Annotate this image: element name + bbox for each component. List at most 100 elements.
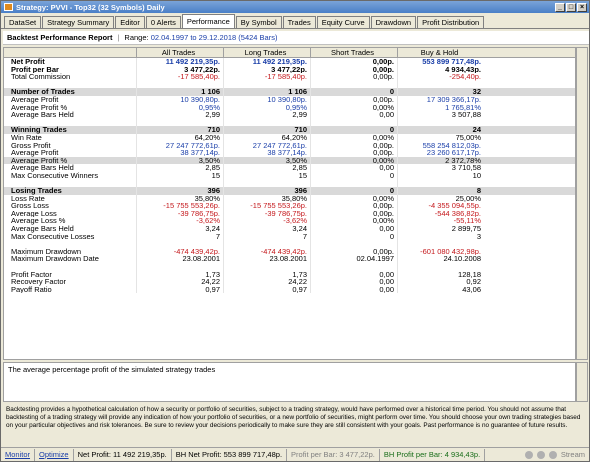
column-header[interactable]: All Trades: [136, 48, 223, 57]
table-row[interactable]: Recovery Factor 24,22 24,22 0,00 0,92: [4, 278, 575, 286]
tab-profit-distribution[interactable]: Profit Distribution: [417, 16, 485, 28]
column-header[interactable]: Short Trades: [310, 48, 397, 57]
tab-editor[interactable]: Editor: [115, 16, 145, 28]
table-row[interactable]: Max Consecutive Losses 7 7 0 3: [4, 232, 575, 241]
metric-label: [4, 180, 136, 188]
metric-value: 558 254 812,03p.: [397, 141, 484, 150]
table-row[interactable]: Profit per Bar 3 477,22p. 3 477,22p. 0,00p.…: [4, 65, 575, 74]
metric-label: Winning Trades: [11, 126, 67, 134]
metric-value: 15: [136, 171, 223, 180]
metric-value: 0,00p.: [310, 149, 397, 157]
table-row[interactable]: Average Bars Held 2,99 2,99 0,00 3 507,88: [4, 111, 575, 119]
metric-value: 710: [136, 126, 223, 134]
table-row[interactable]: Average Loss -39 786,75p. -39 786,75p. 0,00…: [4, 209, 575, 218]
blank-row: [4, 240, 575, 248]
metric-value: 0,00%: [310, 156, 397, 165]
metric-label: Average Bars Held: [11, 225, 74, 233]
separator: |: [117, 33, 120, 42]
metric-value: 35,80%: [136, 194, 223, 203]
table-row[interactable]: Average Bars Held 3,24 3,24 0,00 2 899,75: [4, 225, 575, 233]
table-row[interactable]: Gross Profit 27 247 772,61p. 27 247 772,61…: [4, 141, 575, 150]
metric-value: 0: [310, 88, 397, 96]
metric-label: Maximum Drawdown Date: [11, 255, 99, 264]
report-header: Backtest Performance Report | Range: 02.…: [3, 31, 589, 45]
tab-equity-curve[interactable]: Equity Curve: [316, 16, 370, 28]
metric-value: 3 710,58: [397, 164, 484, 172]
metric-value: 710: [223, 126, 310, 134]
table-header: All Trades Long Trades Short Trades Buy & H…: [4, 48, 575, 58]
metric-value: 3,50%: [223, 156, 310, 165]
tab-0-alerts[interactable]: 0 Alerts: [145, 16, 181, 28]
metric-label: Average Loss: [11, 209, 57, 218]
table-row[interactable]: Losing Trades 396 396 0 8: [4, 187, 575, 195]
metric-value: 0,00p.: [310, 95, 397, 104]
table-row[interactable]: Average Bars Held 2,85 2,85 0,00 3 710,58: [4, 164, 575, 172]
table-row[interactable]: Net Profit 11 492 219,35p. 11 492 219,35p.…: [4, 58, 575, 66]
table-row[interactable]: Maximum Drawdown Date 23.08.2001 23.08.200…: [4, 255, 575, 264]
metric-value: 1,73: [136, 270, 223, 279]
column-header[interactable]: Long Trades: [223, 48, 310, 57]
table-row[interactable]: Average Profit 38 377,14p. 38 377,14p. 0,00…: [4, 149, 575, 157]
table-row[interactable]: Average Profit 10 390,80p. 10 390,80p. 0,00…: [4, 95, 575, 104]
metric-value: -601 080 432,98p.: [397, 247, 484, 256]
metric-value: [397, 80, 484, 89]
table-row[interactable]: Number of Trades 1 106 1 106 0 32: [4, 88, 575, 96]
metric-value: 3 477,22p.: [223, 65, 310, 74]
column-header[interactable]: [4, 48, 136, 57]
tab-trades[interactable]: Trades: [282, 16, 316, 28]
metric-value: 0,00: [310, 270, 397, 279]
metric-label: Average Profit: [11, 149, 59, 157]
metric-value: [223, 263, 310, 271]
tab-strategy-summary[interactable]: Strategy Summary: [42, 16, 115, 28]
metric-value: 0: [310, 171, 397, 180]
metric-label: Gross Loss: [11, 202, 49, 210]
table-row[interactable]: Total Commission -17 585,40p. -17 585,40p.…: [4, 73, 575, 81]
table-row[interactable]: Maximum Drawdown -474 439,42p. -474 439,42…: [4, 247, 575, 256]
table-row[interactable]: Max Consecutive Winners 15 15 0 10: [4, 171, 575, 180]
optimize-link[interactable]: Optimize: [35, 448, 74, 461]
stream-icon[interactable]: [548, 450, 557, 459]
metric-value: -3,62%: [223, 217, 310, 226]
tab-by-symbol[interactable]: By Symbol: [235, 16, 282, 28]
close-button[interactable]: ×: [577, 2, 587, 12]
column-header[interactable]: Buy & Hold: [397, 48, 484, 57]
metric-value: 0,00p.: [310, 141, 397, 150]
table-row[interactable]: Average Profit % 3,50% 3,50% 0,00% 2 372,78%: [4, 156, 575, 165]
metric-label: Net Profit: [11, 58, 45, 66]
metric-value: [136, 118, 223, 127]
metric-value: [310, 118, 397, 127]
table-row[interactable]: Loss Rate 35,80% 35,80% 0,00% 25,00%: [4, 194, 575, 203]
stream-label[interactable]: Stream: [561, 450, 585, 459]
metric-value: [310, 240, 397, 248]
tab-bar: DataSet Strategy Summary Editor 0 Alerts Per…: [1, 14, 589, 29]
metric-value: 0: [310, 126, 397, 134]
minimize-button[interactable]: _: [555, 2, 565, 12]
description-scrollbar[interactable]: [576, 362, 588, 402]
metric-label: Max Consecutive Losses: [11, 232, 95, 241]
metric-value: 0,00p.: [310, 73, 397, 81]
tab-drawdown[interactable]: Drawdown: [370, 16, 417, 28]
monitor-link[interactable]: Monitor: [1, 448, 36, 461]
metric-value: 0,00: [310, 278, 397, 286]
table-row[interactable]: Payoff Ratio 0,97 0,97 0,00 43,06: [4, 285, 575, 294]
table-row[interactable]: Average Profit % 0,95% 0,95% 0,00% 1 765,81%: [4, 103, 575, 112]
title-bar[interactable]: Strategy: PVVI - Top32 (32 Symbols) Dail…: [1, 1, 589, 13]
metric-value: -39 786,75p.: [136, 209, 223, 218]
metric-value: 64,20%: [136, 133, 223, 142]
metric-value: 2 372,78%: [397, 156, 484, 165]
tab-performance[interactable]: Performance: [181, 14, 235, 28]
table-row[interactable]: Win Rate 64,20% 64,20% 0,00% 75,00%: [4, 133, 575, 142]
table-row[interactable]: Gross Loss -15 755 553,26p. -15 755 553,26…: [4, 202, 575, 210]
metric-value: [136, 179, 223, 188]
table-row[interactable]: Winning Trades 710 710 0 24: [4, 126, 575, 134]
table-row[interactable]: Average Loss % -3,62% -3,62% 0,00% -55,11%: [4, 217, 575, 226]
maximize-button[interactable]: □: [566, 2, 576, 12]
table-row[interactable]: Profit Factor 1,73 1,73 0,00 128,18: [4, 270, 575, 279]
metric-description: The average percentage profit of the sim…: [3, 362, 576, 402]
table-scrollbar[interactable]: [576, 47, 588, 360]
tab-dataset[interactable]: DataSet: [4, 16, 42, 28]
status-icons: Stream: [524, 450, 589, 459]
metric-value: 3 507,88: [397, 111, 484, 119]
metric-value: 2,85: [136, 164, 223, 172]
metric-value: [136, 80, 223, 89]
